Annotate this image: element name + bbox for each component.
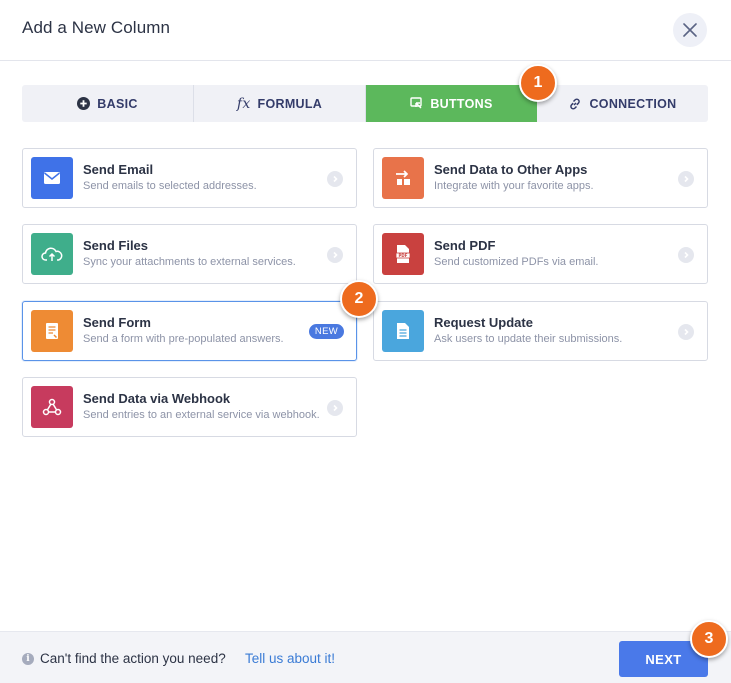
tab-label: BASIC [97,96,138,111]
pdf-file-icon: PDF [382,233,424,275]
chevron-right-icon [678,247,694,263]
chevron-right-icon [327,400,343,416]
card-title: Send PDF [434,238,496,253]
card-description: Send a form with pre-populated answers. [83,333,284,345]
tab-label: BUTTONS [430,96,493,111]
dialog-title: Add a New Column [22,18,171,37]
info-icon: i [22,653,34,665]
close-button[interactable] [673,13,707,47]
tab-buttons[interactable]: BUTTONS [366,85,537,122]
action-card-send-data-via-webhook[interactable]: Send Data via Webhook Send entries to an… [22,377,357,437]
card-description: Sync your attachments to external servic… [83,256,296,268]
card-title: Send Email [83,162,154,177]
card-title: Send Data via Webhook [83,391,231,406]
help-text: Can't find the action you need? [40,651,226,666]
card-description: Integrate with your favorite apps. [434,180,594,192]
column-type-tabs: BASIC fx FORMULA BUTTONS CONNECTION [22,85,708,122]
action-card-send-data-to-other-apps[interactable]: Send Data to Other Apps Integrate with y… [373,148,708,208]
card-description: Ask users to update their submissions. [434,333,623,345]
card-title: Request Update [434,315,533,330]
card-description: Send customized PDFs via email. [434,256,599,268]
tell-us-link[interactable]: Tell us about it! [245,651,335,666]
webhook-icon [31,386,73,428]
dialog-header: Add a New Column [0,0,731,61]
tab-formula[interactable]: fx FORMULA [194,85,366,122]
cursor-click-icon [410,97,423,110]
new-badge: NEW [308,324,344,339]
chevron-right-icon [678,171,694,187]
cloud-upload-icon [31,233,73,275]
action-card-send-form[interactable]: Send Form Send a form with pre-populated… [22,301,357,361]
form-icon [31,310,73,352]
close-icon [683,23,697,37]
svg-text:PDF: PDF [399,253,408,258]
action-card-request-update[interactable]: Request Update Ask users to update their… [373,301,708,361]
action-card-send-email[interactable]: Send Email Send emails to selected addre… [22,148,357,208]
link-icon [568,97,582,111]
document-icon [382,310,424,352]
tab-basic[interactable]: BASIC [22,85,194,122]
action-card-send-pdf[interactable]: PDF Send PDF Send customized PDFs via em… [373,224,708,284]
envelope-icon [31,157,73,199]
transfer-icon [382,157,424,199]
tab-label: CONNECTION [589,96,677,111]
step-marker-2: 2 [340,280,378,318]
function-icon: fx [236,95,251,112]
plus-circle-icon [77,97,91,110]
step-marker-3: 3 [690,620,728,658]
chevron-right-icon [678,324,694,340]
action-card-send-files[interactable]: Send Files Sync your attachments to exte… [22,224,357,284]
step-marker-1: 1 [519,64,557,102]
chevron-right-icon [327,171,343,187]
card-title: Send Files [83,238,149,253]
card-title: Send Data to Other Apps [434,162,588,177]
card-title: Send Form [83,315,151,330]
card-description: Send emails to selected addresses. [83,180,257,192]
tab-connection[interactable]: CONNECTION [537,85,708,122]
card-description: Send entries to an external service via … [83,409,320,421]
tab-label: FORMULA [257,96,323,111]
chevron-right-icon [327,247,343,263]
